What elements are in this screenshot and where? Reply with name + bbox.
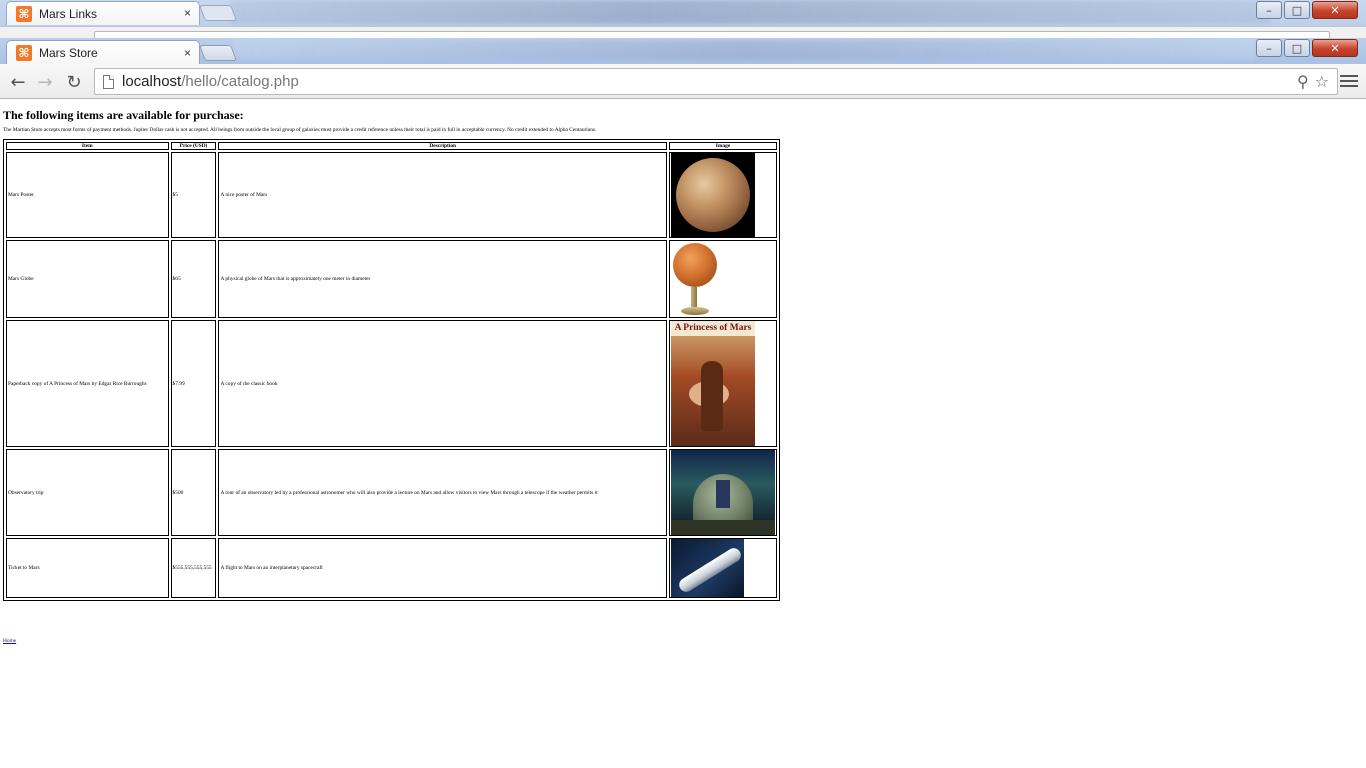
table-row: Paperback copy of A Princess of Mars by … xyxy=(6,320,777,447)
home-link[interactable]: Home xyxy=(3,638,16,644)
tab-strip: ⌘ Mars Store × – □ ✕ xyxy=(0,38,1366,65)
price-cell: $7.99 xyxy=(170,320,217,447)
item-cell: Mars Globe xyxy=(6,240,169,318)
book-cover-title: A Princess of Mars xyxy=(670,321,755,336)
column-header-image: Image xyxy=(668,142,777,150)
tab-title: Mars Store xyxy=(39,46,98,60)
window-controls: – □ ✕ xyxy=(1256,39,1358,57)
address-bar[interactable]: localhost/hello/catalog.php ⚲ ☆ xyxy=(94,68,1338,95)
observatory-image xyxy=(670,450,775,535)
description-cell: A tour of an observatory led by a profes… xyxy=(218,449,667,536)
xampp-favicon-icon: ⌘ xyxy=(16,5,32,22)
price-cell: $555,555,555,555 xyxy=(170,538,217,598)
background-browser-window: ⌘ Mars Links × – □ ✕ xyxy=(0,0,1366,40)
tab-close-icon[interactable]: × xyxy=(184,46,191,60)
reload-icon[interactable]: ↻ xyxy=(63,71,85,93)
image-cell xyxy=(668,538,777,598)
spacecraft-image xyxy=(670,539,744,597)
item-cell: Paperback copy of A Princess of Mars by … xyxy=(6,320,169,447)
background-tab-close-icon[interactable]: × xyxy=(184,6,191,20)
description-cell: A copy of the classic book xyxy=(218,320,667,447)
new-tab-button[interactable] xyxy=(199,45,237,61)
item-cell: Mars Poster xyxy=(6,152,169,238)
close-window-icon[interactable]: ✕ xyxy=(1312,39,1358,57)
url-text[interactable]: localhost/hello/catalog.php xyxy=(122,73,299,90)
image-cell xyxy=(668,449,777,536)
search-icon[interactable]: ⚲ xyxy=(1297,72,1309,91)
maximize-icon[interactable]: □ xyxy=(1284,1,1310,19)
description-cell: A nice poster of Mars xyxy=(218,152,667,238)
xampp-favicon-icon: ⌘ xyxy=(16,45,32,61)
maximize-icon[interactable]: □ xyxy=(1284,39,1310,57)
image-cell xyxy=(668,152,777,238)
page-content: The following items are available for pu… xyxy=(0,100,1366,768)
table-row: Mars Poster $5 A nice poster of Mars xyxy=(6,152,777,238)
background-tab-title: Mars Links xyxy=(39,6,98,21)
image-cell: A Princess of Mars xyxy=(668,320,777,447)
book-cover-image: A Princess of Mars xyxy=(670,321,755,446)
page-icon xyxy=(103,74,114,89)
background-tab-mars-links[interactable]: ⌘ Mars Links × xyxy=(6,1,200,25)
price-cell: $5 xyxy=(170,152,217,238)
url-host: localhost xyxy=(122,73,182,90)
forward-icon[interactable]: → xyxy=(34,71,56,93)
column-header-description: Description xyxy=(218,142,667,150)
item-cell: Observatory trip xyxy=(6,449,169,536)
browser-window: ⌘ Mars Store × – □ ✕ ← → ↻ localhost/hel… xyxy=(0,38,1366,768)
page-heading: The following items are available for pu… xyxy=(3,108,244,122)
table-row: Ticket to Mars $555,555,555,555 A flight… xyxy=(6,538,777,598)
intro-text: The Martian Store accepts most forms of … xyxy=(3,127,597,133)
back-icon[interactable]: ← xyxy=(7,71,29,93)
price-cell: $65 xyxy=(170,240,217,318)
table-row: Mars Globe $65 A physical globe of Mars … xyxy=(6,240,777,318)
address-bar-icons: ⚲ ☆ xyxy=(1297,72,1329,91)
minimize-icon[interactable]: – xyxy=(1256,39,1282,57)
tabstrip-background xyxy=(235,40,1255,60)
mars-globe-image xyxy=(670,241,719,317)
tab-mars-store[interactable]: ⌘ Mars Store × xyxy=(6,40,200,65)
background-new-tab-button[interactable] xyxy=(199,5,237,21)
table-row: Observatory trip $500 A tour of an obser… xyxy=(6,449,777,536)
description-cell: A physical globe of Mars that is approxi… xyxy=(218,240,667,318)
background-titlebar xyxy=(230,0,1270,24)
close-window-icon[interactable]: ✕ xyxy=(1312,1,1358,19)
description-cell: A flight to Mars on an interplanetary sp… xyxy=(218,538,667,598)
bookmark-star-icon[interactable]: ☆ xyxy=(1315,72,1329,91)
price-cell: $500 xyxy=(170,449,217,536)
column-header-price: Price (USD) xyxy=(170,142,217,150)
background-window-controls: – □ ✕ xyxy=(1256,1,1358,19)
image-cell xyxy=(668,240,777,318)
minimize-icon[interactable]: – xyxy=(1256,1,1282,19)
catalog-table: Item Price (USD) Description Image Mars … xyxy=(3,139,780,601)
url-path: /hello/catalog.php xyxy=(181,73,299,90)
column-header-item: Item xyxy=(6,142,169,150)
table-header-row: Item Price (USD) Description Image xyxy=(6,142,777,150)
browser-toolbar: ← → ↻ localhost/hello/catalog.php ⚲ ☆ xyxy=(0,64,1366,99)
mars-planet-image xyxy=(670,153,755,237)
item-cell: Ticket to Mars xyxy=(6,538,169,598)
chrome-menu-icon[interactable] xyxy=(1340,72,1358,90)
